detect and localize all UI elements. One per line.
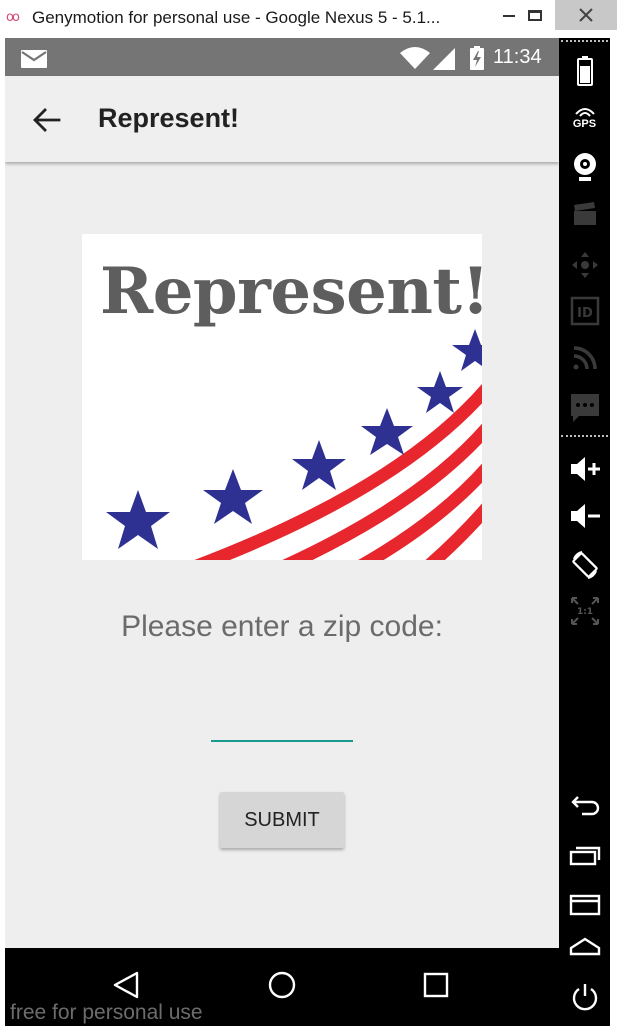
page-title: Represent! — [98, 103, 240, 133]
signal-icon — [433, 48, 455, 70]
nav-home-icon[interactable] — [267, 970, 297, 1000]
device-id-icon[interactable]: ID — [559, 296, 610, 326]
device-screen: 11:34 Represent! Represent! Please enter… — [5, 38, 559, 1026]
power-icon[interactable] — [559, 982, 610, 1012]
mail-icon — [21, 50, 47, 68]
close-icon — [579, 8, 593, 22]
sidebar-divider — [561, 435, 608, 437]
battery-icon[interactable] — [559, 56, 610, 86]
remote-control-icon[interactable] — [559, 250, 610, 280]
logo-text: Represent! — [100, 254, 482, 329]
recent-apps-icon[interactable] — [559, 844, 610, 866]
video-capture-icon[interactable] — [559, 201, 610, 227]
zip-prompt: Please enter a zip code: — [121, 610, 443, 643]
genymotion-sidebar: GPS ID 1:1 — [559, 38, 610, 1026]
svg-text:ID: ID — [577, 306, 593, 321]
wifi-icon — [400, 47, 430, 69]
navigation-bar: free for personal use — [5, 948, 559, 1026]
zip-code-input[interactable] — [211, 706, 353, 742]
maximize-icon — [528, 9, 542, 21]
represent-logo: Represent! — [82, 234, 482, 560]
sms-icon[interactable] — [559, 393, 610, 423]
volume-up-icon[interactable] — [559, 456, 610, 482]
personal-use-watermark: free for personal use — [10, 1001, 203, 1024]
sidebar-divider — [561, 40, 608, 42]
status-bar: 11:34 — [5, 38, 559, 76]
home-icon[interactable] — [559, 936, 610, 958]
back-icon[interactable] — [559, 794, 610, 816]
back-button[interactable] — [27, 100, 67, 140]
window-title: Genymotion for personal use - Google Nex… — [32, 8, 441, 27]
window-title-bar: oo Genymotion for personal use - Google … — [0, 0, 617, 38]
menu-icon[interactable] — [559, 892, 610, 916]
rotate-icon[interactable] — [559, 550, 610, 580]
volume-down-icon[interactable] — [559, 503, 610, 529]
maximize-button[interactable] — [513, 0, 557, 30]
gps-icon[interactable]: GPS — [559, 106, 610, 130]
nav-recent-apps-icon[interactable] — [423, 972, 449, 998]
close-button[interactable] — [555, 0, 617, 30]
nav-back-icon[interactable] — [111, 970, 141, 1000]
network-icon[interactable] — [559, 344, 610, 372]
status-time: 11:34 — [493, 46, 542, 68]
genymotion-icon: oo — [6, 10, 20, 25]
battery-charging-icon — [470, 46, 484, 70]
ratio-label: 1:1 — [576, 607, 592, 617]
arrow-back-icon — [33, 108, 61, 132]
pixel-perfect-icon[interactable]: 1:1 — [559, 596, 610, 626]
submit-button[interactable]: SUBMIT — [220, 792, 344, 848]
gps-label: GPS — [572, 118, 597, 130]
webcam-icon[interactable] — [559, 152, 610, 182]
app-bar: Represent! — [5, 76, 559, 162]
